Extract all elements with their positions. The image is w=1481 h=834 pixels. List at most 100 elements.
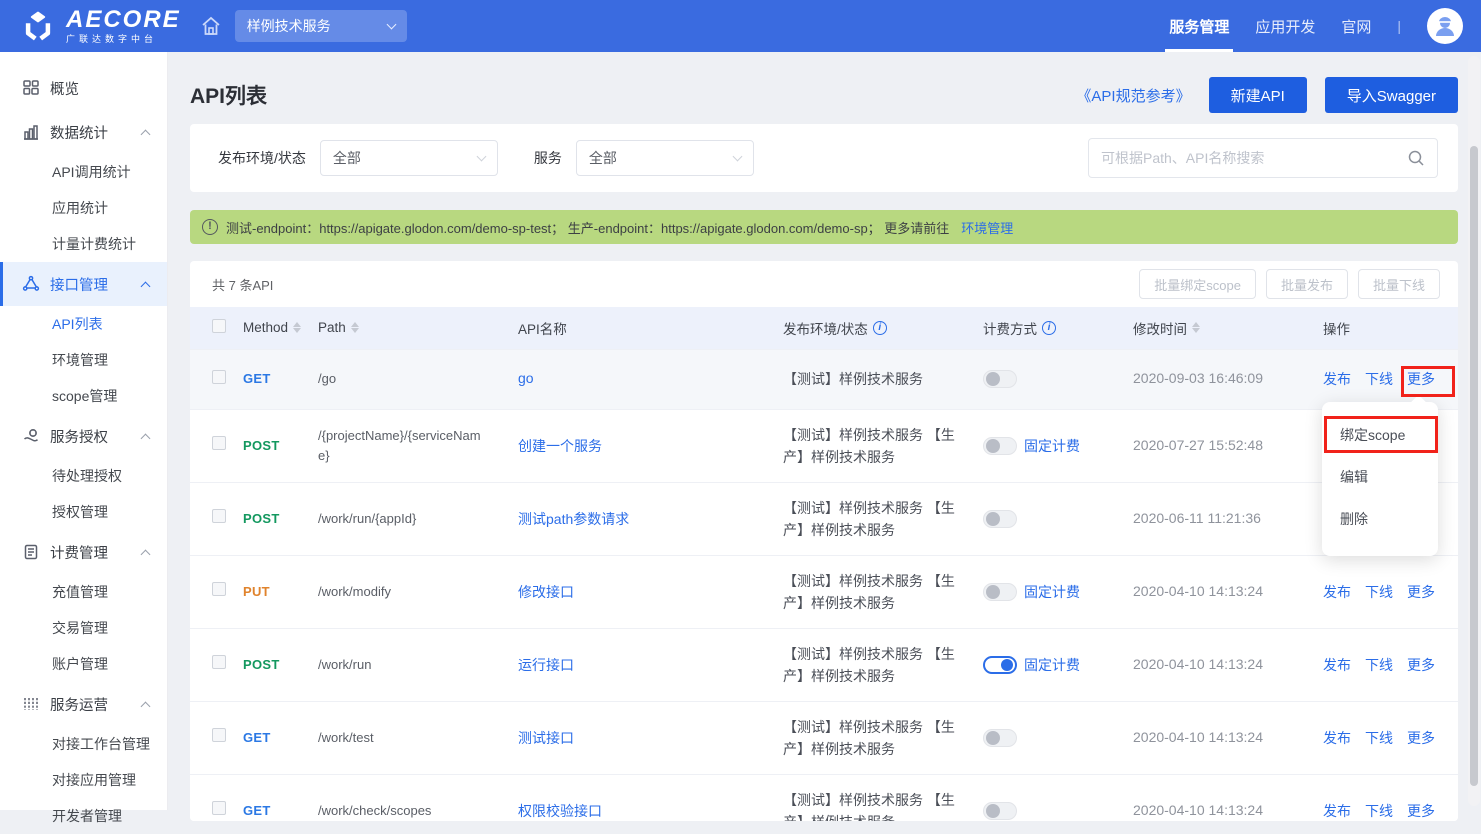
sidebar-item-app-stats[interactable]: 应用统计 <box>0 190 167 226</box>
sidebar-item-pending-auth[interactable]: 待处理授权 <box>0 458 167 494</box>
nav-app-development[interactable]: 应用开发 <box>1255 0 1315 52</box>
row-checkbox[interactable] <box>212 655 226 669</box>
sidebar-item-service-ops[interactable]: 服务运营 <box>0 682 167 726</box>
sidebar-item-service-auth[interactable]: 服务授权 <box>0 414 167 458</box>
sidebar-item-data-stats[interactable]: 数据统计 <box>0 110 167 154</box>
modified-time: 2020-04-10 14:13:24 <box>1133 656 1263 672</box>
row-checkbox[interactable] <box>212 582 226 596</box>
billing-toggle[interactable] <box>983 729 1017 747</box>
publish-link[interactable]: 发布 <box>1323 730 1351 746</box>
main-content: API列表 《API规范参考》 新建API 导入Swagger 发布环境/状态 … <box>168 52 1481 810</box>
service-filter-select[interactable]: 全部 <box>576 140 754 176</box>
sidebar-item-billing-management[interactable]: 计费管理 <box>0 530 167 574</box>
offline-link[interactable]: 下线 <box>1365 371 1393 387</box>
chevron-up-icon <box>141 433 151 443</box>
api-spec-reference-link[interactable]: 《API规范参考》 <box>1076 85 1190 106</box>
api-name-link[interactable]: 权限校验接口 <box>518 803 602 819</box>
chevron-down-icon <box>386 20 396 30</box>
sidebar-item-label: 概览 <box>50 78 79 99</box>
import-swagger-button[interactable]: 导入Swagger <box>1325 77 1458 113</box>
env-management-link[interactable]: 环境管理 <box>961 218 1013 237</box>
scrollbar-thumb[interactable] <box>1470 146 1478 786</box>
api-name-link[interactable]: 运行接口 <box>518 657 574 673</box>
brand-subtitle: 广联达数字中台 <box>66 35 181 44</box>
sidebar-item-recharge-management[interactable]: 充值管理 <box>0 574 167 610</box>
menu-item-edit[interactable]: 编辑 <box>1322 456 1438 498</box>
more-link[interactable]: 更多 <box>1407 584 1435 600</box>
method-badge: GET <box>243 730 271 745</box>
api-management-icon <box>22 275 40 293</box>
offline-link[interactable]: 下线 <box>1365 657 1393 673</box>
batch-publish-button[interactable]: 批量发布 <box>1266 269 1348 299</box>
sidebar-item-developer-management[interactable]: 开发者管理 <box>0 798 167 834</box>
env-filter-value: 全部 <box>333 148 361 168</box>
sort-icon[interactable] <box>1192 322 1200 333</box>
table-row: GET /work/check/scopes 权限校验接口 【测试】样例技术服务… <box>190 774 1458 821</box>
offline-link[interactable]: 下线 <box>1365 730 1393 746</box>
sidebar-item-account-management[interactable]: 账户管理 <box>0 646 167 682</box>
more-link[interactable]: 更多 <box>1407 657 1435 673</box>
info-icon[interactable] <box>873 321 887 335</box>
sidebar-item-overview[interactable]: 概览 <box>0 66 167 110</box>
menu-item-bind-scope[interactable]: 绑定scope <box>1322 414 1438 456</box>
sidebar-item-label: 服务授权 <box>50 426 108 447</box>
row-checkbox[interactable] <box>212 509 226 523</box>
row-checkbox[interactable] <box>212 728 226 742</box>
more-link[interactable]: 更多 <box>1407 371 1435 387</box>
api-name-link[interactable]: 测试path参数请求 <box>518 511 629 527</box>
more-link[interactable]: 更多 <box>1407 803 1435 819</box>
more-link[interactable]: 更多 <box>1407 730 1435 746</box>
search-input[interactable] <box>1101 150 1407 166</box>
page-scrollbar[interactable] <box>1468 56 1480 806</box>
publish-link[interactable]: 发布 <box>1323 657 1351 673</box>
menu-item-delete[interactable]: 删除 <box>1322 498 1438 540</box>
billing-toggle[interactable] <box>983 802 1017 820</box>
publish-link[interactable]: 发布 <box>1323 371 1351 387</box>
env-filter-select[interactable]: 全部 <box>320 140 498 176</box>
sidebar-item-metering-billing-stats[interactable]: 计量计费统计 <box>0 226 167 262</box>
info-icon[interactable] <box>1042 321 1056 335</box>
sidebar-item-scope-management[interactable]: scope管理 <box>0 378 167 414</box>
sidebar-item-workbench-management[interactable]: 对接工作台管理 <box>0 726 167 762</box>
new-api-button[interactable]: 新建API <box>1209 77 1307 113</box>
sort-icon[interactable] <box>293 322 301 333</box>
row-checkbox[interactable] <box>212 801 226 815</box>
row-checkbox[interactable] <box>212 370 226 384</box>
api-name-link[interactable]: 测试接口 <box>518 730 574 746</box>
offline-link[interactable]: 下线 <box>1365 584 1393 600</box>
user-avatar[interactable] <box>1427 8 1463 44</box>
billing-toggle[interactable] <box>983 656 1017 674</box>
billing-toggle[interactable] <box>983 510 1017 528</box>
billing-toggle[interactable] <box>983 437 1017 455</box>
sidebar-item-api-call-stats[interactable]: API调用统计 <box>0 154 167 190</box>
publish-link[interactable]: 发布 <box>1323 584 1351 600</box>
sidebar-item-auth-management[interactable]: 授权管理 <box>0 494 167 530</box>
nav-official-site[interactable]: 官网 <box>1341 0 1371 52</box>
billing-toggle[interactable] <box>983 583 1017 601</box>
batch-bind-scope-button[interactable]: 批量绑定scope <box>1139 269 1256 299</box>
sidebar-item-label: 接口管理 <box>50 274 108 295</box>
brand-logo[interactable]: AECORE 广联达数字中台 <box>0 8 181 44</box>
sort-icon[interactable] <box>351 322 359 333</box>
home-icon[interactable] <box>199 14 223 38</box>
nav-service-management[interactable]: 服务管理 <box>1169 0 1229 52</box>
search-icon[interactable] <box>1407 149 1425 167</box>
more-actions-dropdown: 绑定scope 编辑 删除 <box>1322 402 1438 556</box>
sidebar-item-transaction-management[interactable]: 交易管理 <box>0 610 167 646</box>
api-name-link[interactable]: go <box>518 370 534 386</box>
row-checkbox[interactable] <box>212 436 226 450</box>
api-name-link[interactable]: 创建一个服务 <box>518 438 602 454</box>
service-filter-label: 服务 <box>534 148 562 168</box>
offline-link[interactable]: 下线 <box>1365 803 1393 819</box>
sidebar-item-api-management[interactable]: 接口管理 <box>0 262 167 306</box>
project-select[interactable]: 样例技术服务 <box>235 10 407 42</box>
publish-link[interactable]: 发布 <box>1323 803 1351 819</box>
billing-toggle[interactable] <box>983 370 1017 388</box>
api-name-link[interactable]: 修改接口 <box>518 584 574 600</box>
table-row: POST /work/run/{appId} 测试path参数请求 【测试】样例… <box>190 482 1458 555</box>
sidebar-item-api-list[interactable]: API列表 <box>0 306 167 342</box>
sidebar-item-env-management[interactable]: 环境管理 <box>0 342 167 378</box>
select-all-checkbox[interactable] <box>212 319 226 333</box>
batch-offline-button[interactable]: 批量下线 <box>1358 269 1440 299</box>
sidebar-item-docking-app-management[interactable]: 对接应用管理 <box>0 762 167 798</box>
